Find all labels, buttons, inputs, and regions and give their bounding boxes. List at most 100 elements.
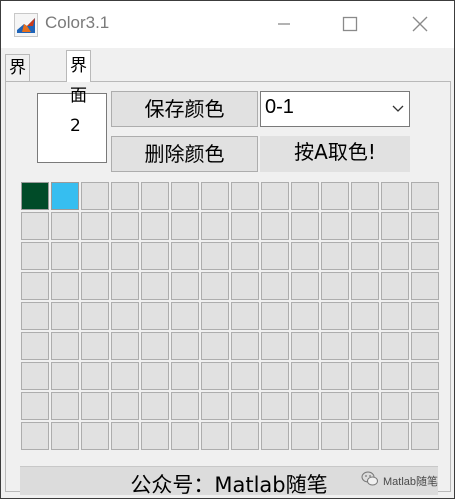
palette-cell[interactable] [201, 212, 229, 240]
palette-cell[interactable] [261, 182, 289, 210]
palette-cell[interactable] [351, 302, 379, 330]
palette-cell[interactable] [411, 272, 439, 300]
palette-cell[interactable] [261, 242, 289, 270]
palette-cell[interactable] [291, 392, 319, 420]
palette-cell[interactable] [231, 272, 259, 300]
palette-cell[interactable] [231, 422, 259, 450]
palette-cell[interactable] [381, 362, 409, 390]
palette-cell[interactable] [141, 332, 169, 360]
palette-cell[interactable] [231, 392, 259, 420]
palette-cell[interactable] [201, 392, 229, 420]
palette-cell[interactable] [231, 332, 259, 360]
palette-cell[interactable] [231, 362, 259, 390]
palette-cell[interactable] [381, 272, 409, 300]
palette-cell[interactable] [141, 302, 169, 330]
palette-cell[interactable] [411, 242, 439, 270]
palette-cell[interactable] [411, 182, 439, 210]
palette-cell[interactable] [201, 242, 229, 270]
palette-cell[interactable] [351, 242, 379, 270]
palette-cell[interactable] [231, 302, 259, 330]
palette-cell[interactable] [351, 182, 379, 210]
palette-cell[interactable] [201, 332, 229, 360]
palette-cell[interactable] [51, 272, 79, 300]
palette-cell[interactable] [171, 332, 199, 360]
palette-cell[interactable] [381, 212, 409, 240]
palette-cell[interactable] [351, 212, 379, 240]
palette-cell[interactable] [321, 212, 349, 240]
palette-cell[interactable] [81, 422, 109, 450]
palette-cell[interactable] [351, 362, 379, 390]
palette-cell[interactable] [321, 302, 349, 330]
palette-cell[interactable] [81, 302, 109, 330]
palette-cell[interactable] [21, 332, 49, 360]
palette-cell[interactable] [201, 422, 229, 450]
palette-cell[interactable] [291, 242, 319, 270]
palette-cell[interactable] [21, 212, 49, 240]
palette-cell[interactable] [411, 392, 439, 420]
palette-cell[interactable] [321, 332, 349, 360]
palette-cell[interactable] [111, 332, 139, 360]
palette-cell[interactable] [231, 182, 259, 210]
palette-cell[interactable] [201, 272, 229, 300]
palette-cell[interactable] [321, 362, 349, 390]
palette-cell[interactable] [51, 332, 79, 360]
palette-cell[interactable] [21, 362, 49, 390]
palette-cell[interactable] [111, 362, 139, 390]
palette-cell[interactable] [171, 212, 199, 240]
palette-cell[interactable] [141, 182, 169, 210]
palette-cell[interactable] [111, 182, 139, 210]
palette-cell[interactable] [351, 332, 379, 360]
palette-cell[interactable] [171, 242, 199, 270]
palette-cell[interactable] [411, 212, 439, 240]
pick-color-button[interactable]: 按A取色! [260, 136, 410, 172]
palette-cell[interactable] [111, 392, 139, 420]
palette-cell[interactable] [261, 392, 289, 420]
palette-cell[interactable] [51, 212, 79, 240]
palette-cell[interactable] [21, 182, 49, 210]
palette-cell[interactable] [111, 302, 139, 330]
palette-cell[interactable] [381, 302, 409, 330]
palette-cell[interactable] [351, 272, 379, 300]
palette-cell[interactable] [261, 332, 289, 360]
palette-cell[interactable] [381, 332, 409, 360]
palette-cell[interactable] [411, 332, 439, 360]
palette-cell[interactable] [231, 212, 259, 240]
palette-cell[interactable] [81, 242, 109, 270]
palette-cell[interactable] [411, 422, 439, 450]
palette-cell[interactable] [81, 272, 109, 300]
palette-cell[interactable] [351, 392, 379, 420]
palette-cell[interactable] [81, 182, 109, 210]
palette-cell[interactable] [381, 392, 409, 420]
palette-cell[interactable] [51, 422, 79, 450]
palette-cell[interactable] [201, 302, 229, 330]
palette-cell[interactable] [51, 362, 79, 390]
palette-cell[interactable] [381, 422, 409, 450]
palette-cell[interactable] [21, 302, 49, 330]
minimize-button[interactable] [269, 9, 299, 39]
palette-cell[interactable] [261, 272, 289, 300]
palette-cell[interactable] [231, 242, 259, 270]
palette-cell[interactable] [111, 212, 139, 240]
palette-cell[interactable] [171, 182, 199, 210]
tab-page-1[interactable]: 界面1 [5, 54, 30, 130]
title-bar[interactable]: Color3.1 [1, 1, 454, 48]
palette-cell[interactable] [141, 272, 169, 300]
palette-cell[interactable] [381, 242, 409, 270]
palette-cell[interactable] [171, 392, 199, 420]
palette-cell[interactable] [351, 422, 379, 450]
palette-cell[interactable] [51, 242, 79, 270]
palette-cell[interactable] [291, 272, 319, 300]
palette-cell[interactable] [411, 362, 439, 390]
palette-cell[interactable] [141, 362, 169, 390]
palette-cell[interactable] [291, 332, 319, 360]
palette-cell[interactable] [321, 242, 349, 270]
palette-cell[interactable] [111, 272, 139, 300]
palette-cell[interactable] [51, 302, 79, 330]
palette-cell[interactable] [141, 422, 169, 450]
range-select[interactable]: 0-1 [260, 91, 410, 127]
palette-cell[interactable] [141, 212, 169, 240]
palette-cell[interactable] [51, 182, 79, 210]
palette-cell[interactable] [171, 422, 199, 450]
palette-cell[interactable] [291, 362, 319, 390]
delete-color-button[interactable]: 删除颜色 [111, 136, 258, 172]
